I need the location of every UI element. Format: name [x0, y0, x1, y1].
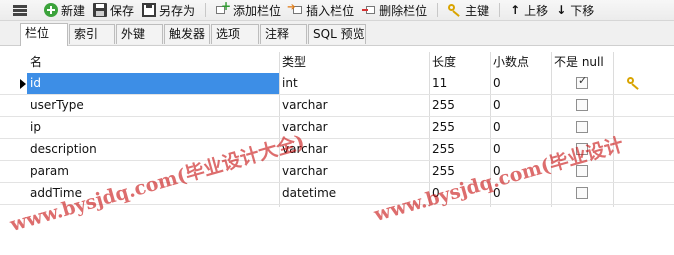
cell-length[interactable]: 11: [429, 73, 490, 94]
cell-decimals[interactable]: 0: [490, 117, 551, 138]
header-decimals[interactable]: 小数点: [490, 52, 551, 72]
delete-column-icon: [362, 3, 376, 17]
cell-type[interactable]: varchar: [279, 95, 429, 116]
move-down-button[interactable]: ↓ 下移: [552, 1, 598, 19]
arrow-down-icon: ↓: [556, 3, 567, 17]
not-null-checkbox[interactable]: [576, 121, 588, 133]
move-up-button[interactable]: ↑ 上移: [506, 1, 552, 19]
insert-column-button[interactable]: 插入栏位: [285, 1, 358, 19]
tab-indexes[interactable]: 索引: [69, 24, 115, 44]
not-null-checkbox[interactable]: [576, 187, 588, 199]
key-icon: [448, 3, 462, 17]
grid-header: 名 类型 长度 小数点 不是 null: [0, 52, 674, 73]
move-down-label: 下移: [570, 3, 595, 18]
tab-triggers[interactable]: 触发器: [164, 24, 210, 44]
current-row-marker-icon: [20, 79, 26, 89]
cell-length[interactable]: 255: [429, 95, 490, 116]
primary-key-label: 主键: [465, 3, 490, 18]
save-icon: [93, 3, 108, 17]
cell-length[interactable]: 255: [429, 161, 490, 182]
cell-decimals[interactable]: 0: [490, 161, 551, 182]
cell-type[interactable]: datetime: [279, 183, 429, 204]
cell-length[interactable]: 0: [429, 183, 490, 204]
save-as-button[interactable]: 另存为: [138, 1, 199, 19]
tab-comments[interactable]: 注释: [260, 24, 307, 44]
table-row[interactable]: userType varchar 255 0: [0, 95, 674, 117]
toolbar-separator: [437, 3, 439, 17]
cell-length[interactable]: 255: [429, 117, 490, 138]
menu-button[interactable]: [0, 1, 40, 19]
toolbar-separator: [499, 3, 501, 17]
insert-column-icon: [287, 2, 303, 17]
cell-decimals[interactable]: 0: [490, 183, 551, 204]
tab-fields[interactable]: 栏位: [20, 23, 68, 46]
cell-type[interactable]: varchar: [279, 117, 429, 138]
add-column-button[interactable]: 添加栏位: [212, 0, 285, 19]
toolbar-separator: [205, 3, 207, 17]
save-as-icon: [142, 3, 157, 17]
delete-column-label: 删除栏位: [379, 3, 428, 18]
tab-foreign-keys[interactable]: 外键: [116, 24, 163, 44]
not-null-checkbox[interactable]: [576, 74, 588, 89]
move-up-label: 上移: [524, 3, 549, 18]
not-null-checkbox[interactable]: [576, 99, 588, 111]
not-null-checkbox[interactable]: [576, 165, 588, 177]
cell-length[interactable]: 255: [429, 139, 490, 160]
cell-decimals[interactable]: 0: [490, 95, 551, 116]
cell-name[interactable]: addTime: [27, 183, 279, 204]
delete-column-button[interactable]: 删除栏位: [358, 1, 431, 19]
tab-sql-preview[interactable]: SQL 预览: [308, 24, 366, 44]
new-button-label: 新建: [61, 3, 86, 18]
primary-key-button[interactable]: 主键: [444, 1, 493, 19]
save-button-label: 保存: [110, 3, 135, 18]
header-length[interactable]: 长度: [429, 52, 490, 72]
header-name[interactable]: 名: [27, 52, 279, 72]
cell-name[interactable]: id: [27, 73, 279, 94]
arrow-up-icon: ↑: [510, 3, 521, 17]
table-row[interactable]: id int 11 0: [0, 73, 674, 95]
cell-type[interactable]: varchar: [279, 161, 429, 182]
table-row[interactable]: ip varchar 255 0: [0, 117, 674, 139]
table-row[interactable]: addTime datetime 0 0: [0, 183, 674, 205]
cell-decimals[interactable]: 0: [490, 139, 551, 160]
primary-key-icon: [627, 77, 641, 91]
tab-options[interactable]: 选项: [211, 24, 259, 44]
cell-name[interactable]: userType: [27, 95, 279, 116]
cell-type[interactable]: varchar: [279, 139, 429, 160]
table-row[interactable]: description varchar 255 0: [0, 139, 674, 161]
header-type[interactable]: 类型: [279, 52, 429, 72]
cell-decimals[interactable]: 0: [490, 73, 551, 94]
fields-grid: 名 类型 长度 小数点 不是 null idint110userTypevarc…: [0, 46, 674, 255]
cell-name[interactable]: ip: [27, 117, 279, 138]
tab-bar: 栏位 索引 外键 触发器 选项 注释 SQL 预览: [0, 21, 674, 46]
hamburger-icon: [13, 4, 27, 16]
cell-type[interactable]: int: [279, 73, 429, 94]
save-button[interactable]: 保存: [89, 1, 138, 19]
toolbar: 新建 保存 另存为 添加栏位 插入栏位 删除栏位 主键 ↑ 上移 ↓ 下移: [0, 0, 674, 21]
cell-name[interactable]: description: [27, 139, 279, 160]
table-row[interactable]: param varchar 255 0: [0, 161, 674, 183]
save-as-button-label: 另存为: [159, 3, 196, 18]
new-button[interactable]: 新建: [40, 1, 89, 19]
insert-column-label: 插入栏位: [306, 3, 355, 18]
add-column-icon: [216, 0, 231, 17]
cell-name[interactable]: param: [27, 161, 279, 182]
add-column-label: 添加栏位: [233, 3, 282, 18]
not-null-checkbox[interactable]: [576, 143, 588, 155]
header-not-null[interactable]: 不是 null: [551, 52, 616, 72]
plus-circle-icon: [44, 3, 58, 17]
